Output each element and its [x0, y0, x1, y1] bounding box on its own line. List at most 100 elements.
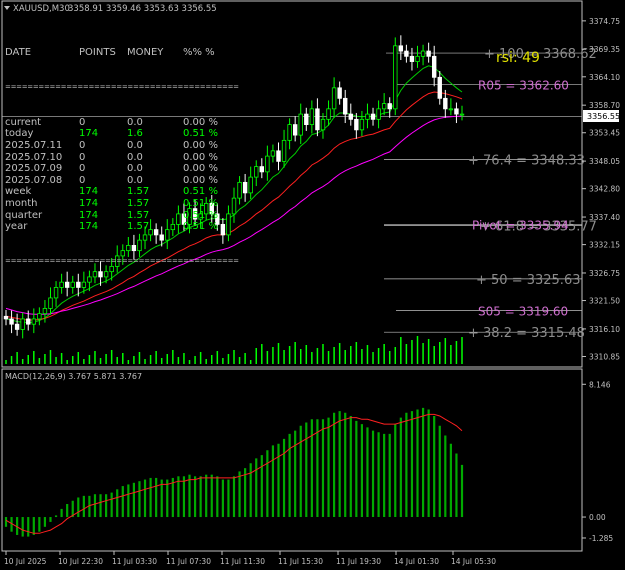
- macd-indicator: [4, 407, 464, 537]
- price-tick-label: 3326.75: [589, 269, 620, 278]
- stats-cell-label: 2025.07.08: [5, 174, 63, 186]
- stats-cell-money: 1.57: [127, 197, 150, 209]
- candle-bull: [415, 55, 420, 62]
- candle-bear: [387, 103, 392, 110]
- candle-bear: [370, 113, 376, 120]
- price-tick-label: 3353.45: [589, 129, 620, 138]
- stats-cell-points: 174: [79, 186, 99, 198]
- stats-cell-label: 2025.07.11: [5, 139, 63, 151]
- candle-bull: [31, 318, 37, 325]
- stats-row: current 0 0.0 0.00 %: [5, 117, 239, 129]
- stats-row: 2025.07.10 0 0.0 0.00 %: [5, 152, 239, 164]
- col-money: MONEY: [127, 47, 164, 59]
- candle-bear: [76, 281, 81, 288]
- candle-bear: [343, 97, 348, 115]
- time-tick-label: 11 Jul 19:30: [336, 557, 381, 566]
- stats-cell-money: 1.57: [127, 186, 150, 198]
- stats-table: DATE POINTS MONEY %% % =================…: [5, 24, 239, 279]
- stats-separator-bottom: ========================================…: [5, 256, 239, 265]
- candle-bear: [454, 108, 459, 115]
- candle-bull: [326, 108, 331, 120]
- level-label: + 50 = 3325.63: [476, 273, 580, 288]
- level-label: + 76.4 = 3348.33: [468, 154, 585, 169]
- price-tick-label: 3321.50: [589, 297, 620, 306]
- price-tick-label: 3310.85: [589, 352, 620, 361]
- stats-cell-money: 1.6: [127, 128, 143, 140]
- time-tick-label: 11 Jul 15:30: [278, 557, 323, 566]
- stats-cell-label: current: [5, 116, 42, 128]
- candle-bull: [270, 150, 276, 157]
- macd-label: MACD(12,26,9) 3.767 5.871 3.767: [5, 372, 142, 381]
- macd-tick-label: 0.00: [589, 513, 606, 522]
- stats-cell-points: 174: [79, 221, 99, 233]
- candle-bear: [9, 318, 14, 325]
- candle-bull: [81, 281, 87, 288]
- time-tick-label: 10 Jul 22:30: [58, 557, 103, 566]
- price-axis: 3374.75 3369.35 3364.10 3358.70 3353.45 3348.…: [582, 17, 620, 543]
- col-points: POINTS: [79, 47, 116, 59]
- stats-cell-points: 0: [79, 151, 86, 163]
- candle-bear: [242, 181, 248, 194]
- macd-tick-label: -1.285: [589, 534, 613, 543]
- price-tick-label: 3332.15: [589, 241, 620, 250]
- candle-bear: [64, 281, 70, 288]
- candle-bull: [287, 124, 292, 141]
- stats-cell-money: 0.0: [127, 174, 143, 186]
- stats-cell-pct: 0.00 %: [183, 163, 218, 175]
- stats-row: 2025.07.11 0 0.0 0.00 %: [5, 140, 239, 152]
- stats-cell-pct: 0.00 %: [183, 116, 218, 128]
- price-tick-label: 3358.70: [589, 101, 620, 110]
- rsi-label: rsi: 49: [496, 50, 540, 66]
- candle-bull: [53, 287, 59, 299]
- stats-cell-money: 0.0: [127, 139, 143, 151]
- candle-bull: [265, 155, 270, 173]
- volume-bars: [5, 336, 463, 364]
- time-tick-label: 10 Jul 2025: [4, 557, 47, 566]
- time-tick-label: 11 Jul 11:30: [220, 557, 265, 566]
- candle-bear: [437, 76, 442, 99]
- candle-bear: [259, 166, 265, 173]
- candle-bear: [348, 113, 353, 120]
- stats-row: today 174 1.6 0.51 %: [5, 128, 239, 140]
- price-tick-label: 3369.35: [589, 45, 620, 54]
- stats-cell-pct: 0.51 %: [183, 128, 218, 140]
- stats-cell-money: 0.0: [127, 151, 143, 163]
- candle-bull: [448, 108, 454, 111]
- time-tick-label: 11 Jul 07:30: [166, 557, 211, 566]
- candle-bull: [331, 87, 337, 110]
- stats-cell-label: month: [5, 197, 38, 209]
- stats-cell-pct: 0.51 %: [183, 221, 218, 233]
- candle-bull: [59, 281, 64, 288]
- time-tick-label: 11 Jul 03:30: [112, 557, 157, 566]
- stats-cell-pct: 0.00 %: [183, 139, 218, 151]
- candle-bear: [431, 55, 437, 78]
- price-tick-label: 3337.40: [589, 213, 620, 222]
- candle-bear: [354, 118, 359, 131]
- stats-cell-pct: 0.51 %: [183, 186, 218, 198]
- level-label: R05 = 3362.60: [478, 79, 569, 93]
- stats-cell-points: 174: [79, 209, 99, 221]
- stats-cell-points: 0: [79, 139, 86, 151]
- candle-bull: [281, 139, 287, 162]
- level-label: Pivot = 3335.94: [472, 219, 569, 233]
- stats-row: 2025.07.09 0 0.0 0.00 %: [5, 163, 239, 175]
- stats-cell-money: 1.57: [127, 221, 150, 233]
- stats-cell-pct: 0.00 %: [183, 151, 218, 163]
- stats-row: week 174 1.57 0.51 %: [5, 186, 239, 198]
- stats-row: quarter 174 1.57 0.51 %: [5, 210, 239, 222]
- candle-bull: [393, 45, 398, 110]
- chart-symbol: XAUUSD,M30: [13, 4, 70, 14]
- chart-menu-icon[interactable]: [4, 6, 10, 10]
- candle-bull: [42, 308, 48, 315]
- candle-bear: [14, 323, 20, 330]
- col-pct: %% %: [183, 47, 215, 59]
- macd-pane-frame: [1, 368, 583, 552]
- stats-cell-label: 2025.07.09: [5, 163, 63, 175]
- price-tick-label: 3342.80: [589, 185, 620, 194]
- candle-bear: [398, 45, 404, 52]
- candle-bull: [298, 113, 303, 136]
- stats-row: 2025.07.08 0 0.0 0.00 %: [5, 175, 239, 187]
- macd-tick-label: 8.146: [589, 380, 611, 389]
- stats-cell-pct: 0.51 %: [183, 197, 218, 209]
- candle-bull: [459, 113, 465, 116]
